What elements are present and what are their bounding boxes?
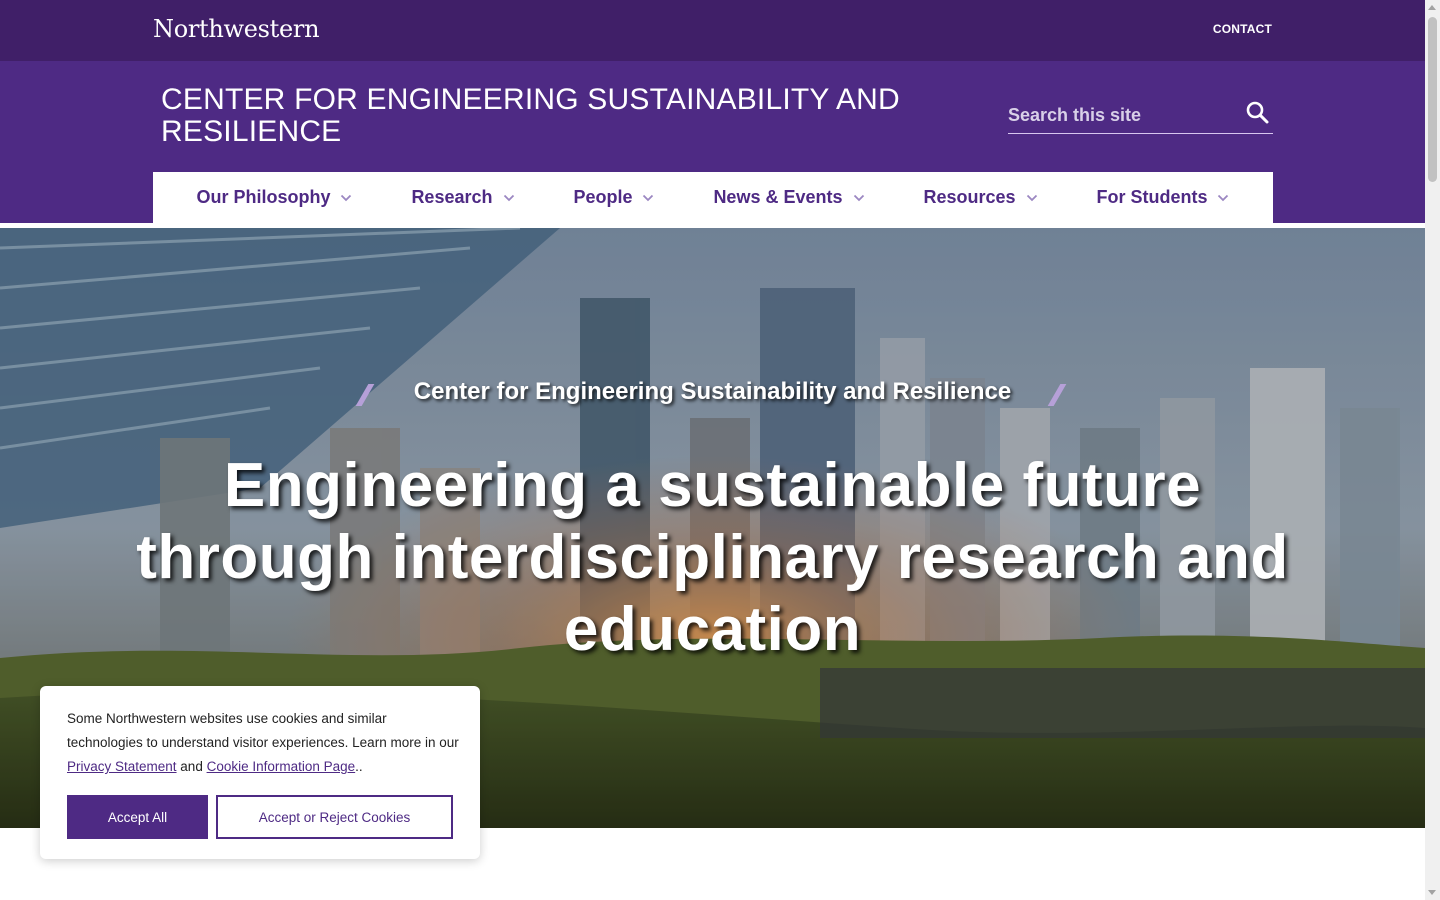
chevron-down-icon: [853, 194, 864, 201]
nav-item-label: Resources: [923, 187, 1016, 207]
scroll-down-arrow-icon[interactable]: [1428, 890, 1436, 895]
nav-item-label: Our Philosophy: [196, 187, 331, 207]
hero-title: Engineering a sustainable future through…: [136, 451, 1289, 664]
nav-item-label: For Students: [1096, 187, 1208, 207]
accept-or-reject-cookies-button[interactable]: Accept or Reject Cookies: [216, 795, 453, 839]
chevron-down-icon: [643, 194, 654, 201]
search-button[interactable]: [1245, 100, 1271, 126]
nav-item-our-philosophy[interactable]: Our Philosophy: [196, 187, 352, 208]
hero-kicker: Center for Engineering Sustainability an…: [413, 378, 1012, 405]
site-title[interactable]: CENTER FOR ENGINEERING SUSTAINABILITY AN…: [161, 84, 941, 148]
chevron-down-icon: [503, 194, 514, 201]
nav-item-research[interactable]: Research: [411, 187, 514, 208]
nav-item-label: News & Events: [713, 187, 843, 207]
cookie-message: Some Northwestern websites use cookies a…: [67, 707, 462, 779]
cookie-text-after: ..: [355, 759, 363, 774]
scrollbar-thumb[interactable]: [1428, 17, 1437, 182]
search-form: [1008, 97, 1273, 134]
cookie-information-link[interactable]: Cookie Information Page: [207, 759, 356, 774]
chevron-down-icon: [1218, 194, 1229, 201]
nav-item-for-students[interactable]: For Students: [1096, 187, 1229, 208]
nav-item-people[interactable]: People: [573, 187, 654, 208]
privacy-statement-link[interactable]: Privacy Statement: [67, 759, 177, 774]
page-scrollbar[interactable]: [1425, 0, 1440, 900]
search-input[interactable]: [1008, 101, 1238, 129]
cookie-banner: Some Northwestern websites use cookies a…: [40, 686, 480, 859]
chevron-down-icon: [341, 194, 352, 201]
nav-item-resources[interactable]: Resources: [923, 187, 1037, 208]
chevron-down-icon: [1026, 194, 1037, 201]
northwestern-logo[interactable]: Northwestern: [153, 15, 320, 43]
search-icon: [1246, 101, 1269, 124]
nav-item-news-events[interactable]: News & Events: [713, 187, 864, 208]
site-header: CENTER FOR ENGINEERING SUSTAINABILITY AN…: [0, 61, 1425, 223]
scroll-up-arrow-icon[interactable]: [1428, 5, 1436, 10]
main-navigation: Our Philosophy Research People News & Ev…: [153, 172, 1273, 223]
contact-link[interactable]: CONTACT: [1213, 22, 1272, 36]
global-top-bar: Northwestern CONTACT: [0, 0, 1425, 61]
accept-all-button[interactable]: Accept All: [67, 795, 208, 839]
page: Northwestern CONTACT CENTER FOR ENGINEER…: [0, 0, 1425, 900]
cookie-text-before: Some Northwestern websites use cookies a…: [67, 711, 459, 750]
cookie-text-and: and: [176, 759, 207, 774]
nav-item-label: Research: [411, 187, 493, 207]
nav-item-label: People: [573, 187, 633, 207]
